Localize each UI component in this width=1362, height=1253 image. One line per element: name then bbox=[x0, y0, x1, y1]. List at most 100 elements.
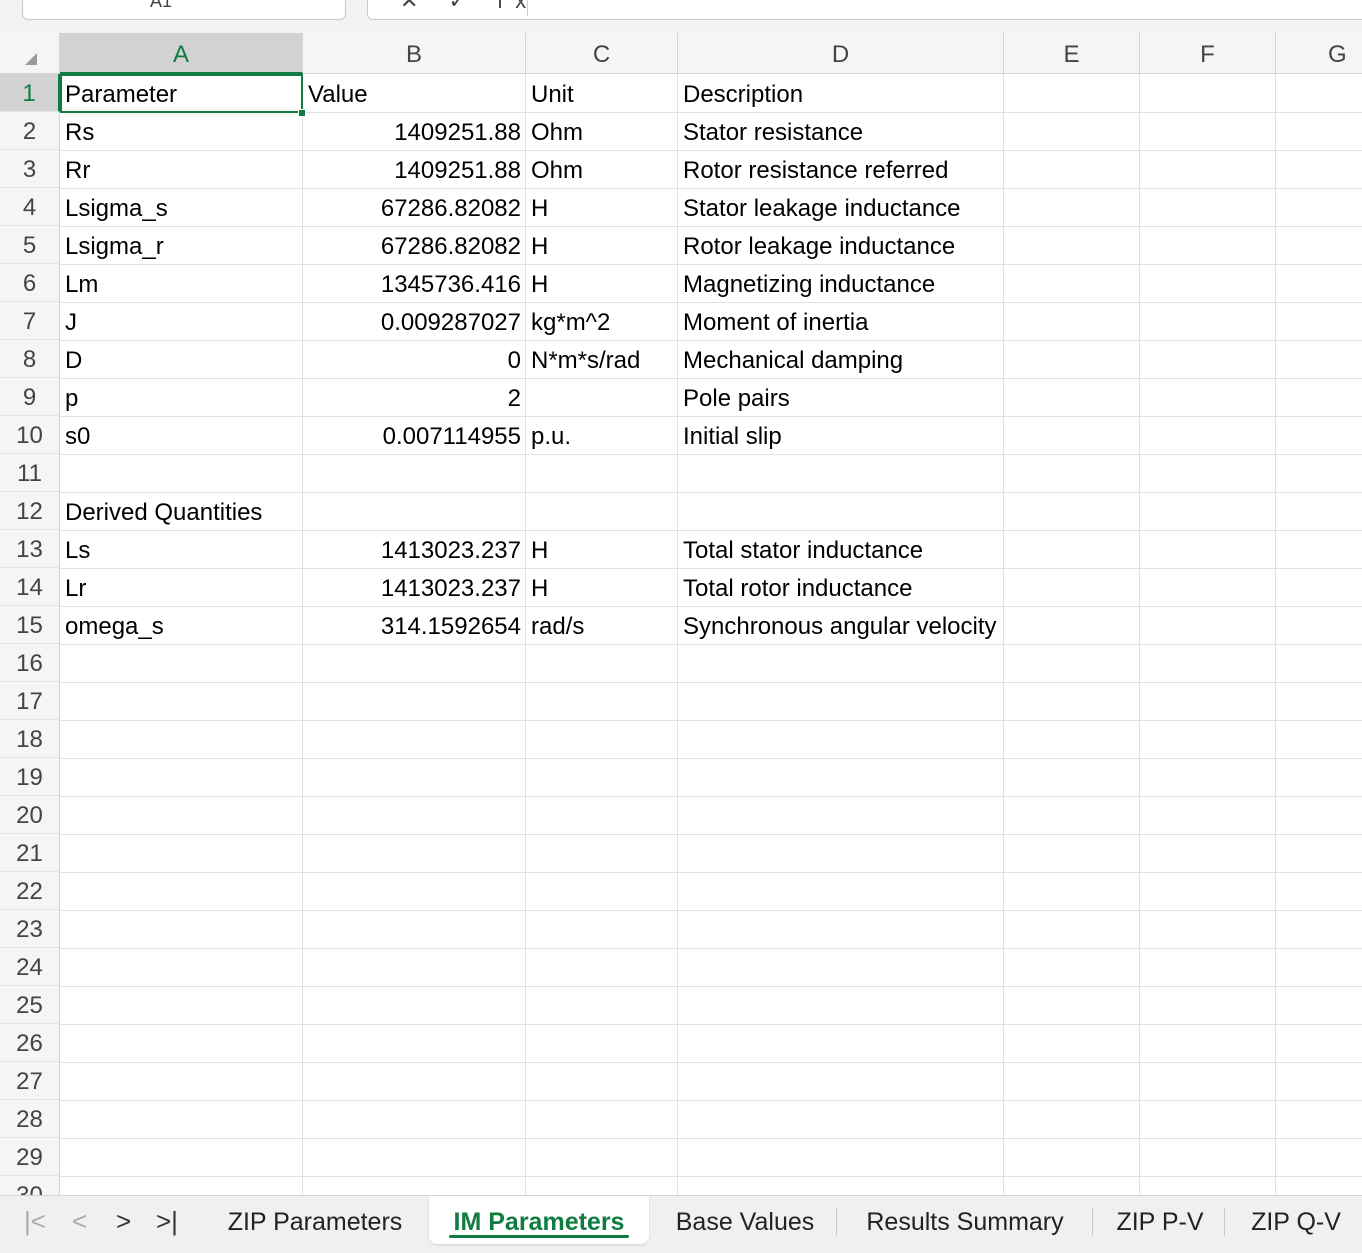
cell-d7[interactable]: Moment of inertia bbox=[678, 302, 1004, 340]
cell-b8[interactable]: 0 bbox=[303, 340, 526, 378]
name-box[interactable] bbox=[22, 0, 346, 20]
cell-c8[interactable]: N*m*s/rad bbox=[526, 340, 678, 378]
row-header[interactable]: 18 bbox=[0, 720, 60, 758]
cell-a8[interactable]: D bbox=[60, 340, 303, 378]
row-header[interactable]: 20 bbox=[0, 796, 60, 834]
first-sheet-icon[interactable]: |< bbox=[24, 1206, 46, 1237]
tab-im-parameters[interactable]: IM Parameters bbox=[429, 1196, 649, 1244]
cell-c1[interactable]: Unit bbox=[526, 74, 678, 112]
tab-zip-q-v[interactable]: ZIP Q-V bbox=[1232, 1196, 1360, 1244]
row-header[interactable]: 11 bbox=[0, 454, 60, 492]
prev-sheet-icon[interactable]: < bbox=[72, 1206, 87, 1237]
cell-a5[interactable]: Lsigma_r bbox=[60, 226, 303, 264]
cell-d9[interactable]: Pole pairs bbox=[678, 378, 1004, 416]
row-header[interactable]: 26 bbox=[0, 1024, 60, 1062]
column-header-g[interactable]: G bbox=[1276, 33, 1362, 74]
row-header[interactable]: 7 bbox=[0, 302, 60, 340]
cell-d6[interactable]: Magnetizing inductance bbox=[678, 264, 1004, 302]
row-header[interactable]: 28 bbox=[0, 1100, 60, 1138]
tab-zip-parameters[interactable]: ZIP Parameters bbox=[210, 1196, 420, 1244]
cell-b13[interactable]: 1413023.237 bbox=[303, 530, 526, 568]
cell-d5[interactable]: Rotor leakage inductance bbox=[678, 226, 1004, 264]
column-header-c[interactable]: C bbox=[526, 33, 678, 74]
cell-d2[interactable]: Stator resistance bbox=[678, 112, 1004, 150]
row-header[interactable]: 29 bbox=[0, 1138, 60, 1176]
row-header[interactable]: 8 bbox=[0, 340, 60, 378]
cell-a6[interactable]: Lm bbox=[60, 264, 303, 302]
cell-c14[interactable]: H bbox=[526, 568, 678, 606]
row-header[interactable]: 27 bbox=[0, 1062, 60, 1100]
column-header-f[interactable]: F bbox=[1140, 33, 1276, 74]
cell-b15[interactable]: 314.1592654 bbox=[303, 606, 526, 644]
column-header-d[interactable]: D bbox=[678, 33, 1004, 74]
cell-b4[interactable]: 67286.82082 bbox=[303, 188, 526, 226]
cell-a12[interactable]: Derived Quantities bbox=[60, 492, 303, 530]
row-header[interactable]: 1 bbox=[0, 74, 60, 112]
row-header[interactable]: 17 bbox=[0, 682, 60, 720]
cell-c2[interactable]: Ohm bbox=[526, 112, 678, 150]
cell-b6[interactable]: 1345736.416 bbox=[303, 264, 526, 302]
tab-base-values[interactable]: Base Values bbox=[655, 1196, 835, 1244]
cell-c9[interactable] bbox=[526, 378, 678, 416]
cell-d4[interactable]: Stator leakage inductance bbox=[678, 188, 1004, 226]
row-header[interactable]: 23 bbox=[0, 910, 60, 948]
tab-zip-p-v[interactable]: ZIP P-V bbox=[1100, 1196, 1220, 1244]
cell-b7[interactable]: 0.009287027 bbox=[303, 302, 526, 340]
cell-d15[interactable]: Synchronous angular velocity bbox=[678, 606, 1004, 644]
row-header[interactable]: 22 bbox=[0, 872, 60, 910]
last-sheet-icon[interactable]: >| bbox=[156, 1206, 178, 1237]
row-header[interactable]: 30 bbox=[0, 1176, 60, 1195]
cell-b2[interactable]: 1409251.88 bbox=[303, 112, 526, 150]
cell-c3[interactable]: Ohm bbox=[526, 150, 678, 188]
cell-a3[interactable]: Rr bbox=[60, 150, 303, 188]
fill-handle[interactable] bbox=[298, 109, 306, 117]
row-header[interactable]: 13 bbox=[0, 530, 60, 568]
tab-results-summary[interactable]: Results Summary bbox=[845, 1196, 1085, 1244]
row-header[interactable]: 24 bbox=[0, 948, 60, 986]
cell-a1[interactable]: Parameter bbox=[60, 74, 303, 112]
cell-b9[interactable]: 2 bbox=[303, 378, 526, 416]
cell-c13[interactable]: H bbox=[526, 530, 678, 568]
select-all-button[interactable] bbox=[0, 33, 60, 74]
column-header-b[interactable]: B bbox=[303, 33, 526, 74]
row-header[interactable]: 14 bbox=[0, 568, 60, 606]
row-header[interactable]: 16 bbox=[0, 644, 60, 682]
cell-c7[interactable]: kg*m^2 bbox=[526, 302, 678, 340]
cell-a15[interactable]: omega_s bbox=[60, 606, 303, 644]
row-header[interactable]: 15 bbox=[0, 606, 60, 644]
cell-b3[interactable]: 1409251.88 bbox=[303, 150, 526, 188]
row-header[interactable]: 6 bbox=[0, 264, 60, 302]
cell-b1[interactable]: Value bbox=[303, 74, 526, 112]
row-header[interactable]: 3 bbox=[0, 150, 60, 188]
cell-d3[interactable]: Rotor resistance referred bbox=[678, 150, 1004, 188]
row-header[interactable]: 25 bbox=[0, 986, 60, 1024]
cell-b14[interactable]: 1413023.237 bbox=[303, 568, 526, 606]
row-header[interactable]: 21 bbox=[0, 834, 60, 872]
row-header[interactable]: 12 bbox=[0, 492, 60, 530]
next-sheet-icon[interactable]: > bbox=[116, 1206, 131, 1237]
cell-a2[interactable]: Rs bbox=[60, 112, 303, 150]
cell-c15[interactable]: rad/s bbox=[526, 606, 678, 644]
row-header[interactable]: 9 bbox=[0, 378, 60, 416]
cell-d13[interactable]: Total stator inductance bbox=[678, 530, 1004, 568]
cell-d10[interactable]: Initial slip bbox=[678, 416, 1004, 454]
row-header[interactable]: 5 bbox=[0, 226, 60, 264]
cell-c5[interactable]: H bbox=[526, 226, 678, 264]
cell-a13[interactable]: Ls bbox=[60, 530, 303, 568]
cell-d8[interactable]: Mechanical damping bbox=[678, 340, 1004, 378]
cell-c10[interactable]: p.u. bbox=[526, 416, 678, 454]
cell-c4[interactable]: H bbox=[526, 188, 678, 226]
row-header[interactable]: 2 bbox=[0, 112, 60, 150]
cell-d14[interactable]: Total rotor inductance bbox=[678, 568, 1004, 606]
column-header-a[interactable]: A bbox=[60, 33, 303, 74]
row-header[interactable]: 10 bbox=[0, 416, 60, 454]
cell-a7[interactable]: J bbox=[60, 302, 303, 340]
cell-a9[interactable]: p bbox=[60, 378, 303, 416]
cell-b5[interactable]: 67286.82082 bbox=[303, 226, 526, 264]
cell-b10[interactable]: 0.007114955 bbox=[303, 416, 526, 454]
column-header-e[interactable]: E bbox=[1004, 33, 1140, 74]
cell-d1[interactable]: Description bbox=[678, 74, 1004, 112]
cell-a10[interactable]: s0 bbox=[60, 416, 303, 454]
cell-a4[interactable]: Lsigma_s bbox=[60, 188, 303, 226]
row-header[interactable]: 19 bbox=[0, 758, 60, 796]
